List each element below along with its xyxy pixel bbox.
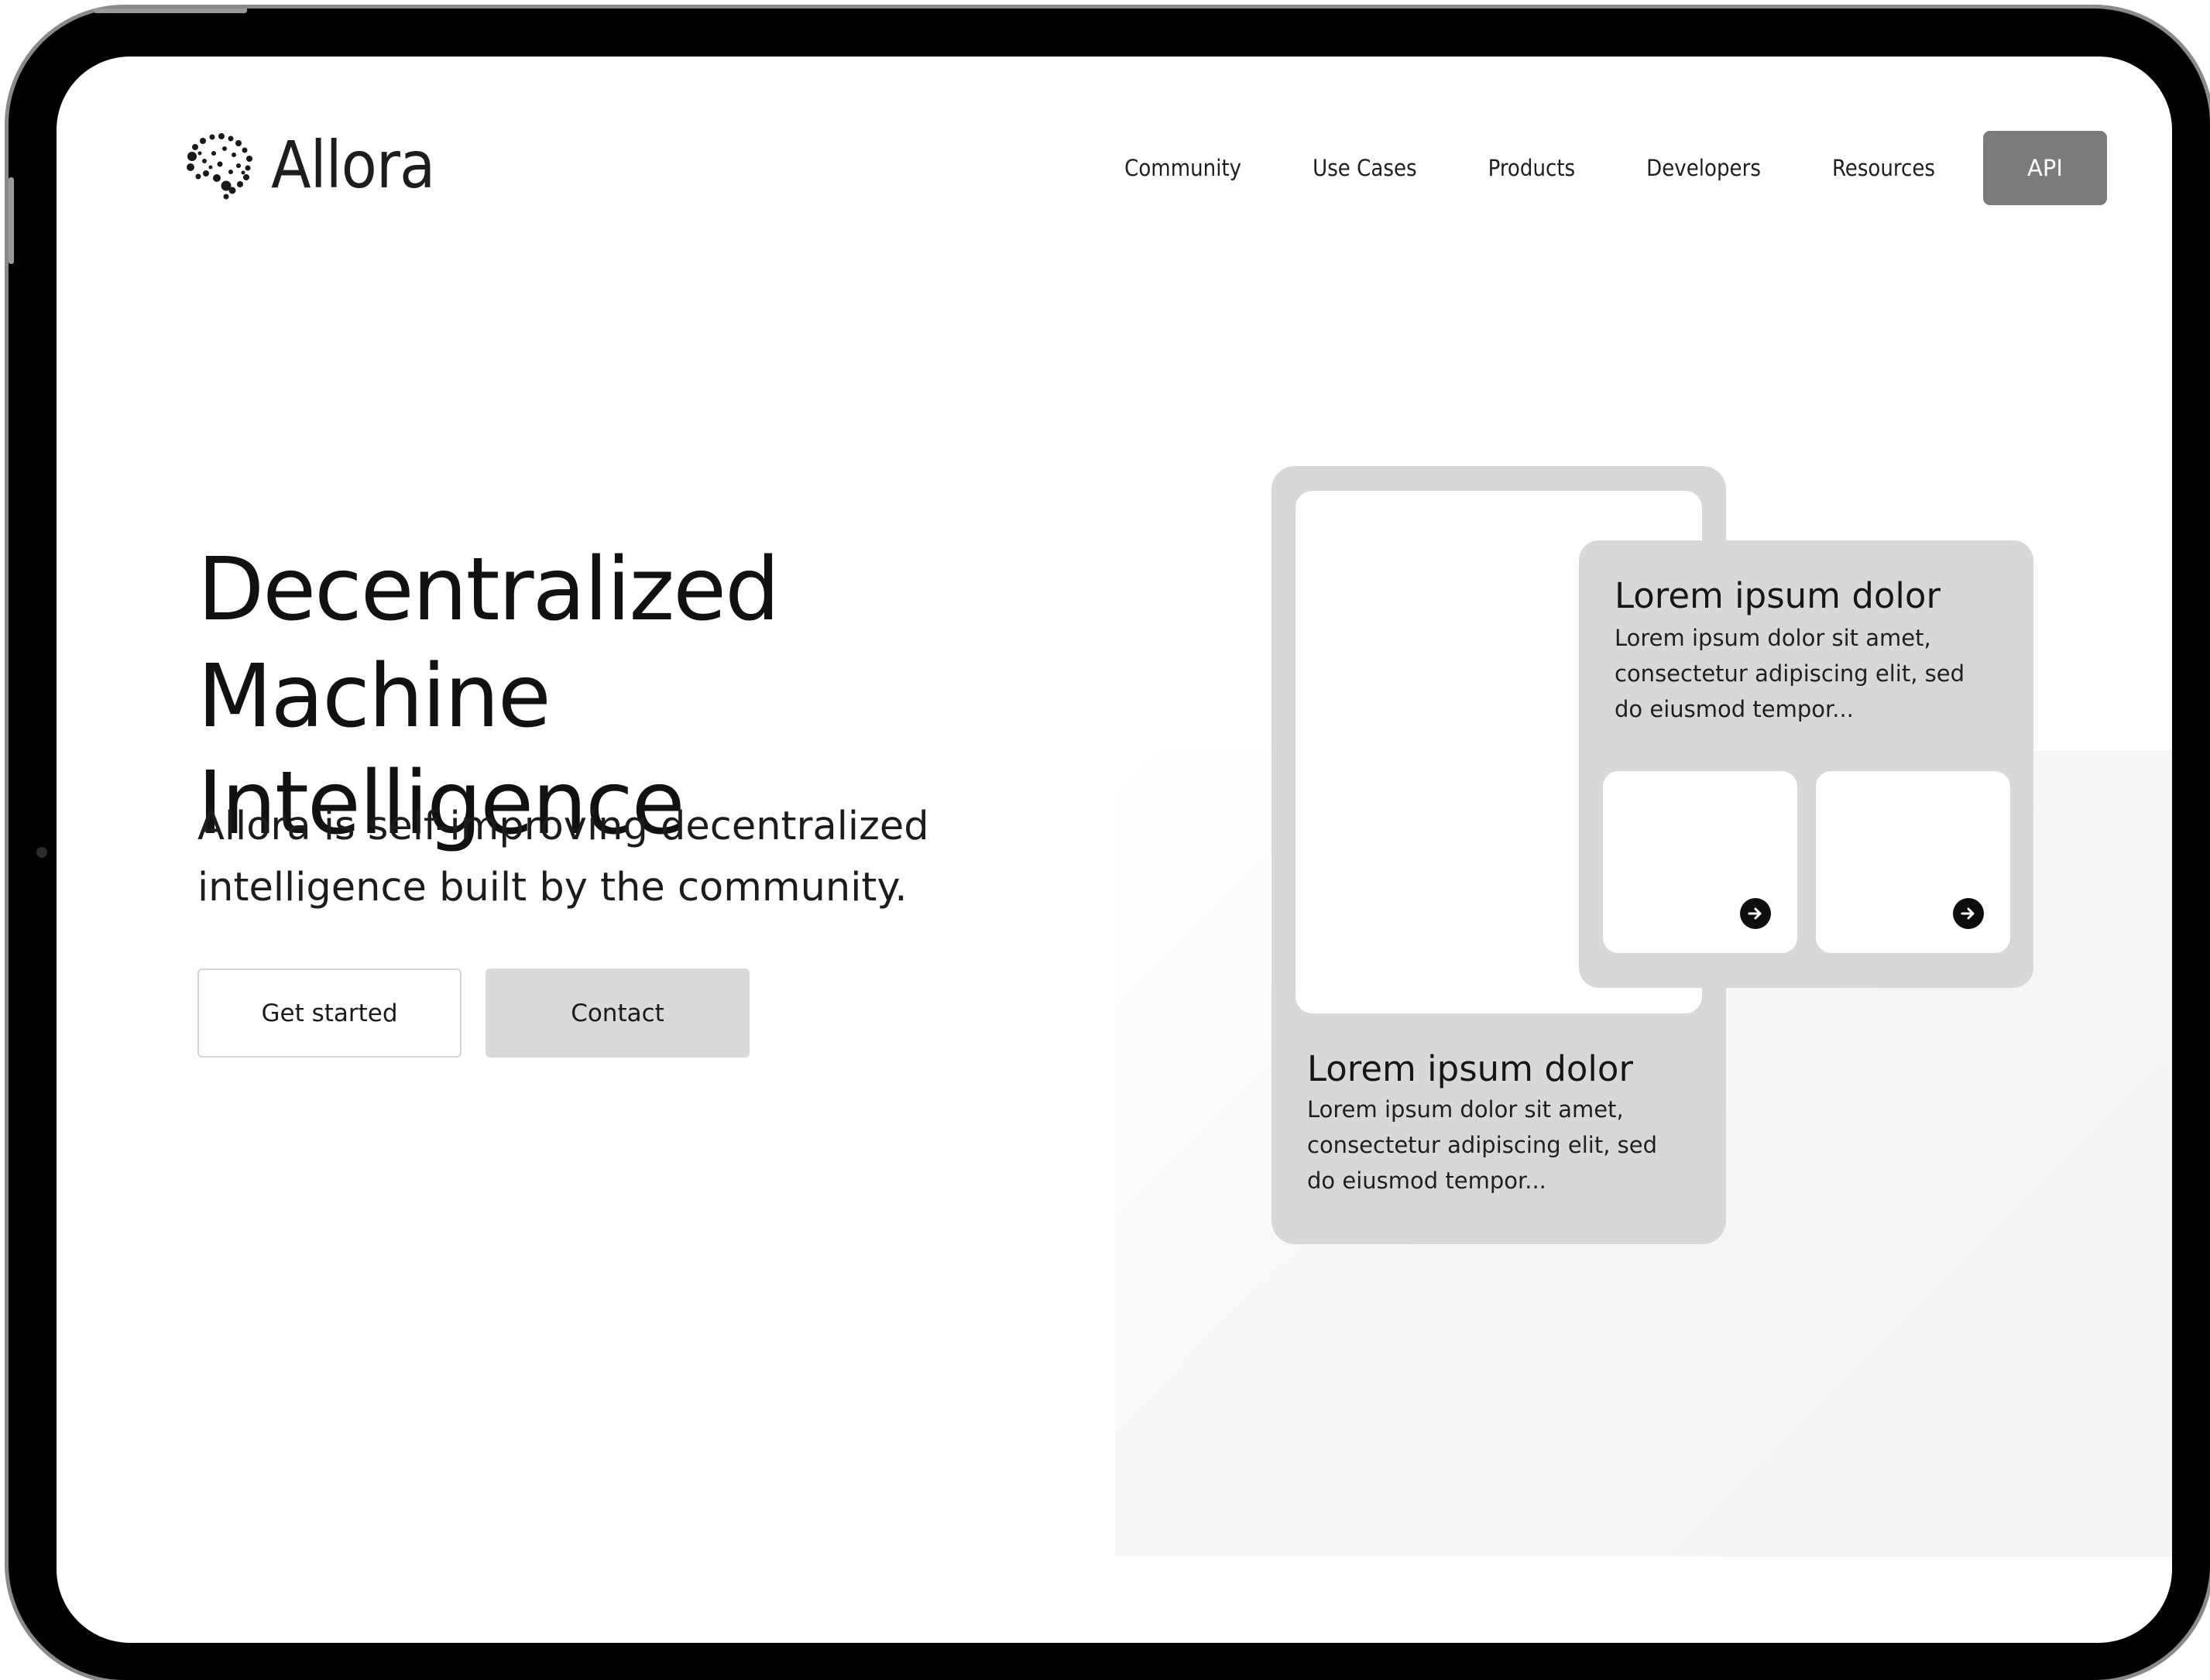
contact-button[interactable]: Contact (486, 969, 750, 1058)
neural-dots-icon (187, 133, 252, 200)
card-description: Lorem ipsum dolor sit amet, consectetur … (1615, 620, 1978, 727)
card-description-line: Lorem ipsum dolor sit amet, (1615, 625, 1931, 651)
side-button (9, 177, 14, 264)
screen: Allora Community Use Cases Products Deve… (57, 57, 2172, 1643)
nav-resources[interactable]: Resources (1832, 155, 1935, 181)
get-started-button[interactable]: Get started (197, 969, 462, 1058)
card-title: Lorem ipsum dolor (1615, 575, 1941, 616)
card-title: Lorem ipsum dolor (1307, 1048, 1633, 1089)
feature-card-front[interactable]: Lorem ipsum dolor Lorem ipsum dolor sit … (1579, 540, 2033, 988)
hardware-button (157, 9, 247, 13)
mini-card[interactable] (1603, 771, 1797, 953)
arrow-right-glyph (1961, 907, 1975, 920)
card-description: Lorem ipsum dolor sit amet, consectetur … (1307, 1092, 1671, 1198)
arrow-right-glyph (1748, 907, 1762, 920)
main-nav: Community Use Cases Products Developers … (1124, 131, 2107, 205)
arrow-right-icon[interactable] (1740, 898, 1771, 929)
tablet-frame: Allora Community Use Cases Products Deve… (9, 9, 2210, 1680)
camera-dot (36, 847, 47, 858)
card-description-line: Lorem ipsum dolor sit amet, (1307, 1096, 1624, 1123)
nav-community[interactable]: Community (1124, 155, 1241, 181)
card-description-line: do eiusmod tempor... (1307, 1167, 1546, 1194)
card-description-line: consectetur adipiscing elit, sed (1615, 660, 1965, 687)
nav-developers[interactable]: Developers (1646, 155, 1761, 181)
card-description-line: consectetur adipiscing elit, sed (1307, 1132, 1658, 1158)
mini-card[interactable] (1816, 771, 2010, 953)
hero-subtitle-line: intelligence built by the community. (197, 865, 908, 910)
hero-subtitle-line: Allora is self-improving decentralized (197, 804, 929, 849)
nav-products[interactable]: Products (1488, 155, 1576, 181)
api-button[interactable]: API (1983, 131, 2107, 205)
brand-name: Allora (271, 127, 435, 203)
hero-subtitle: Allora is self-improving decentralized i… (197, 796, 972, 918)
card-description-line: do eiusmod tempor... (1615, 696, 1854, 722)
brand-logo[interactable]: Allora (183, 127, 435, 203)
nav-use-cases[interactable]: Use Cases (1313, 155, 1417, 181)
arrow-right-icon[interactable] (1953, 898, 1984, 929)
hero-title-line: Decentralized Machine (197, 540, 780, 747)
